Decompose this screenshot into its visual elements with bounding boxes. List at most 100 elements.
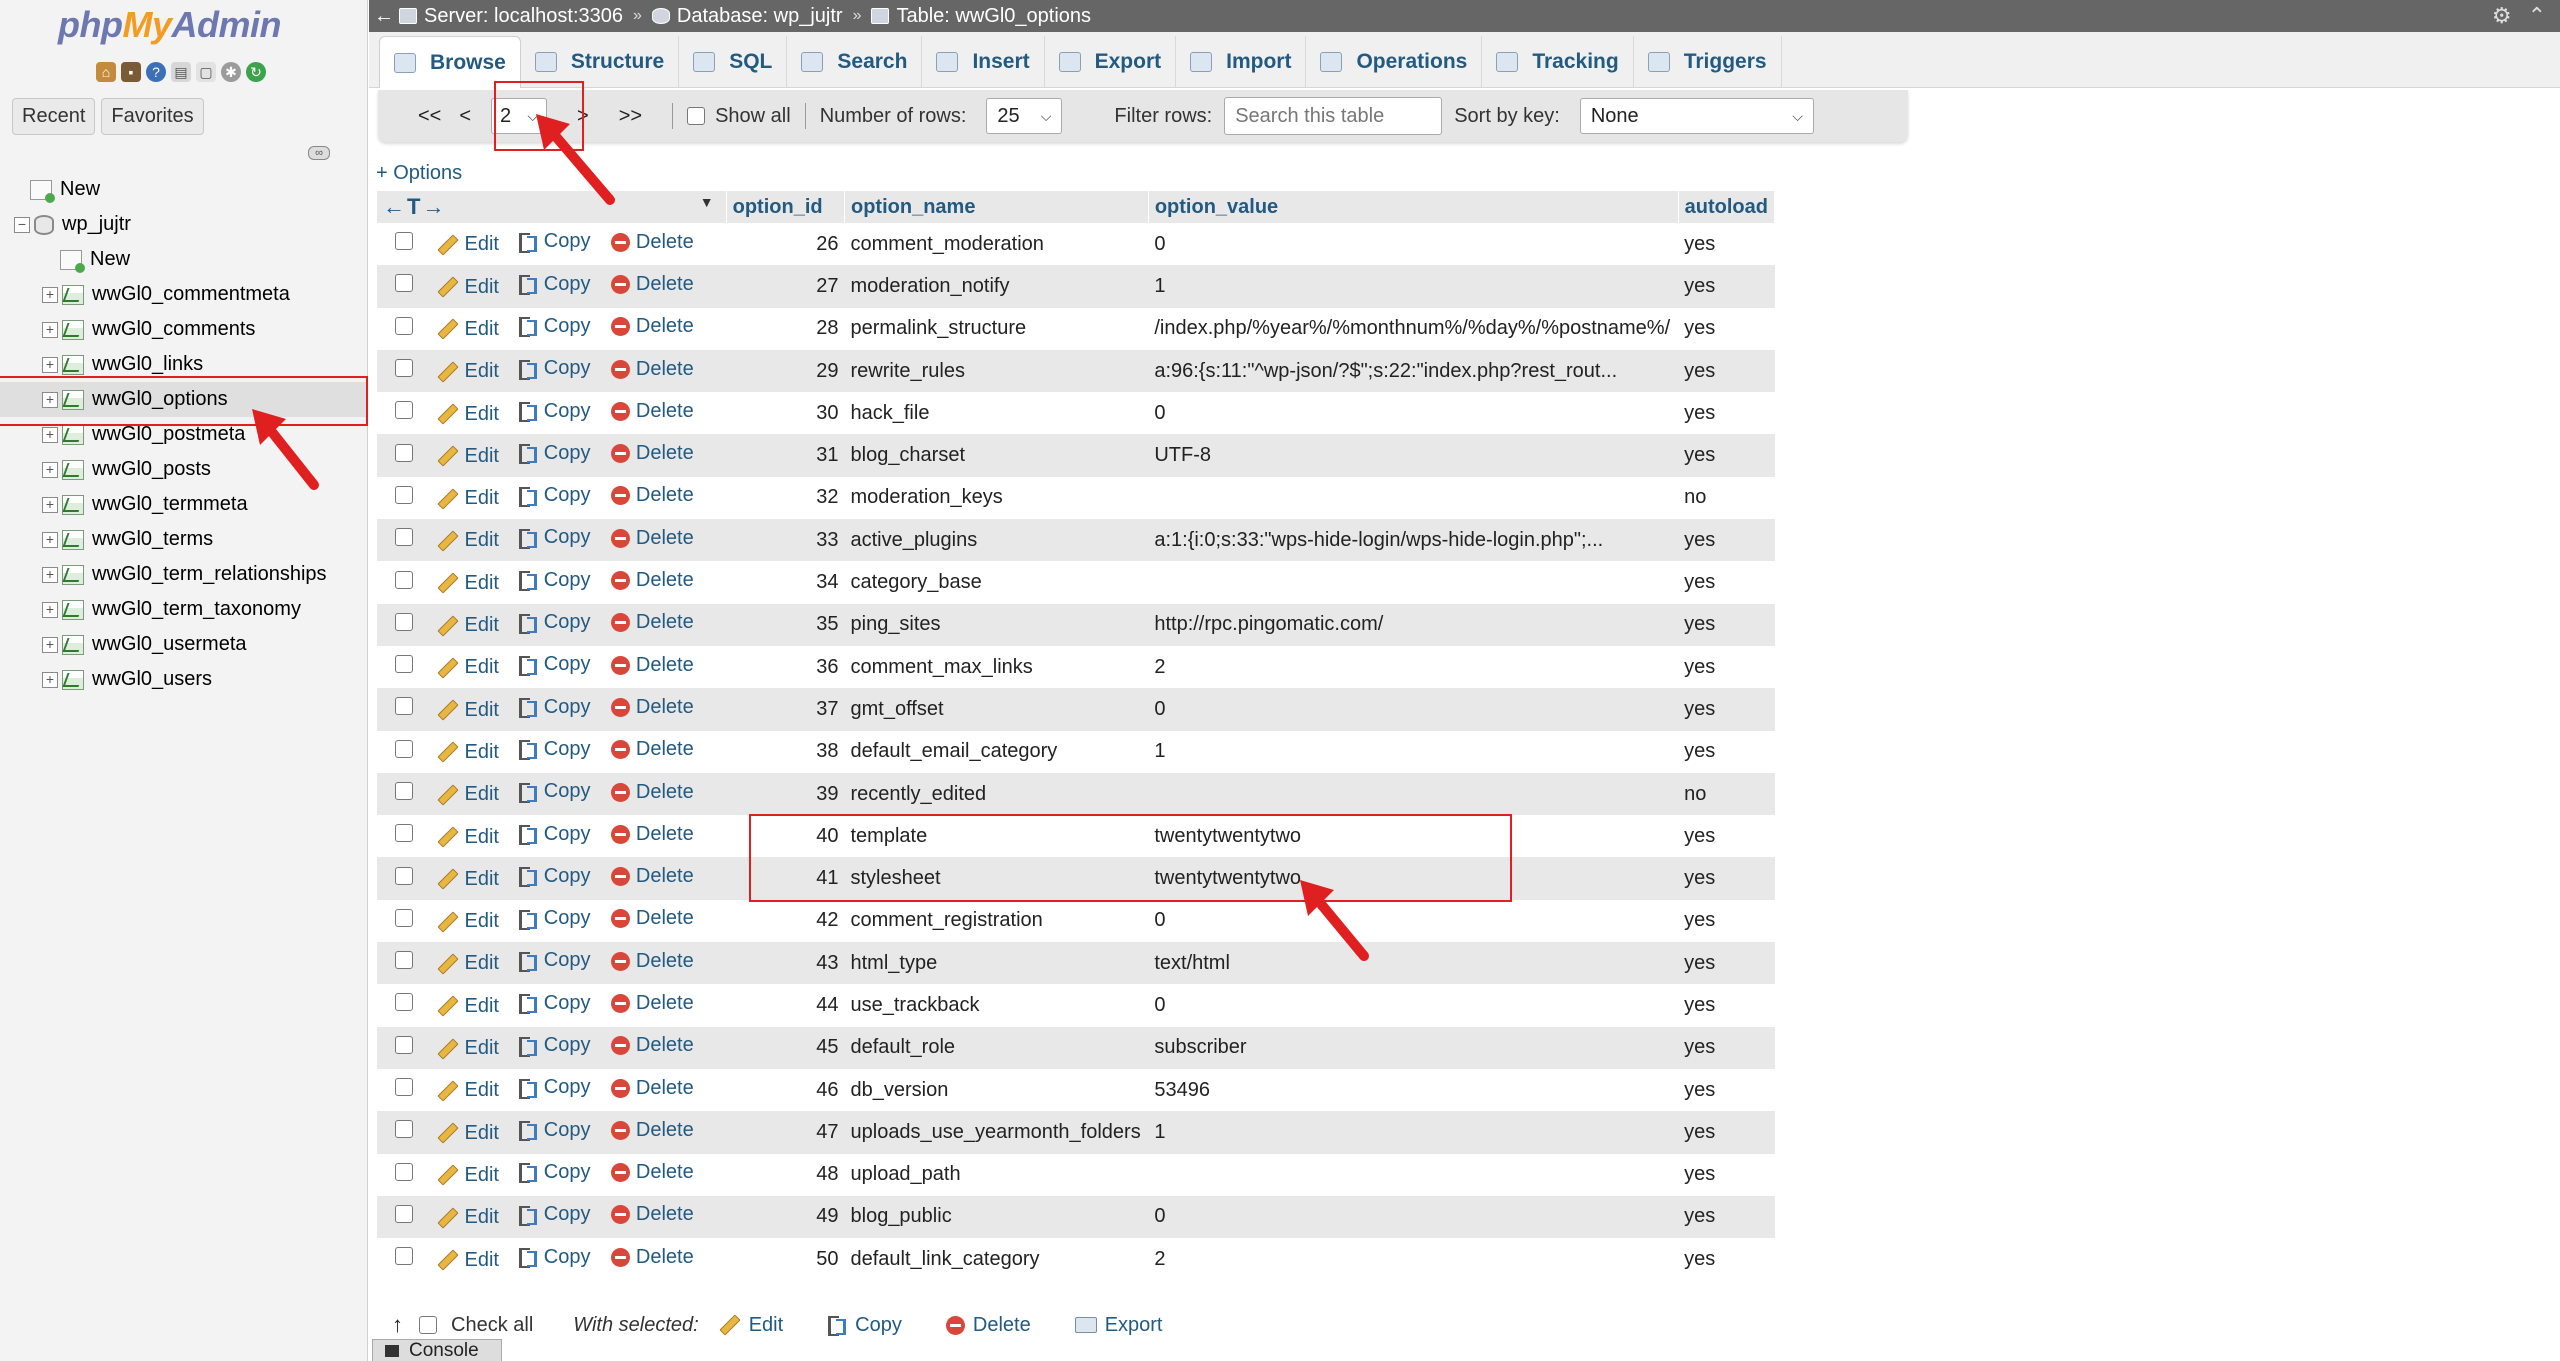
tree-item-label[interactable]: wwGl0_links	[92, 353, 203, 376]
edit-row-button[interactable]: Edit	[436, 1122, 499, 1145]
row-checkbox[interactable]	[394, 908, 413, 927]
settings-icon[interactable]: ✱	[221, 62, 241, 82]
row-checkbox[interactable]	[394, 697, 413, 716]
cell-option-value[interactable]: 53496	[1148, 1068, 1679, 1112]
row-checkbox[interactable]	[394, 359, 413, 378]
tab-export[interactable]: Export	[1045, 36, 1177, 88]
bulk-copy-button[interactable]: Copy	[827, 1314, 902, 1337]
cell-autoload[interactable]: yes	[1678, 1026, 1775, 1069]
tree-item-label[interactable]: wwGl0_terms	[92, 528, 213, 551]
copy-row-button[interactable]: Copy	[518, 696, 591, 719]
edit-row-button[interactable]: Edit	[436, 783, 499, 806]
expand-icon[interactable]: +	[42, 566, 58, 583]
row-checkbox[interactable]	[394, 401, 413, 420]
cell-autoload[interactable]: yes	[1678, 434, 1775, 477]
cell-option-name[interactable]: rewrite_rules	[844, 349, 1149, 393]
sort-triangle-icon[interactable]: ▼	[700, 194, 714, 210]
cell-autoload[interactable]: yes	[1678, 1111, 1775, 1154]
cell-option-value[interactable]: UTF-8	[1148, 434, 1679, 477]
header-option-name[interactable]: option_name	[844, 191, 1149, 223]
cell-option-value[interactable]: 0	[1148, 392, 1679, 435]
row-checkbox[interactable]	[394, 739, 413, 758]
cell-option-id[interactable]: 46	[726, 1068, 845, 1112]
cell-option-id[interactable]: 43	[726, 942, 845, 985]
copy-row-button[interactable]: Copy	[518, 315, 591, 338]
collapse-icon[interactable]: ⌃	[2528, 3, 2546, 29]
tree-item-label[interactable]: wwGl0_postmeta	[92, 423, 245, 446]
row-checkbox[interactable]	[394, 1078, 413, 1097]
edit-row-button[interactable]: Edit	[436, 445, 499, 468]
expand-icon[interactable]: +	[42, 636, 58, 653]
copy-row-button[interactable]: Copy	[518, 865, 591, 888]
filter-rows-input[interactable]: Search this table	[1224, 97, 1443, 135]
cell-option-name[interactable]: use_trackback	[844, 984, 1149, 1027]
header-autoload[interactable]: autoload	[1678, 191, 1776, 223]
cell-option-name[interactable]: active_plugins	[844, 519, 1149, 562]
tree-item-label[interactable]: New	[60, 178, 100, 201]
delete-row-button[interactable]: Delete	[610, 442, 694, 465]
tree-item-label[interactable]: wp_jujtr	[62, 213, 131, 236]
cell-option-name[interactable]: default_link_category	[844, 1238, 1149, 1281]
recent-tab[interactable]: Recent	[12, 98, 96, 135]
expand-icon[interactable]: +	[42, 601, 58, 618]
row-checkbox[interactable]	[394, 612, 413, 631]
cell-autoload[interactable]: yes	[1678, 392, 1775, 435]
cell-option-name[interactable]: comment_max_links	[844, 645, 1149, 689]
cell-option-value[interactable]: 0	[1148, 984, 1679, 1027]
copy-row-button[interactable]: Copy	[518, 992, 591, 1015]
cell-option-name[interactable]: comment_moderation	[844, 223, 1149, 266]
cell-option-id[interactable]: 38	[726, 730, 845, 773]
delete-row-button[interactable]: Delete	[610, 950, 694, 973]
tree-item-label[interactable]: wwGl0_usermeta	[92, 633, 247, 656]
cell-autoload[interactable]: yes	[1678, 519, 1775, 562]
tab-import[interactable]: Import	[1176, 36, 1307, 88]
tree-item[interactable]: + wwGl0_postmeta	[0, 417, 368, 452]
tree-item[interactable]: + wwGl0_users	[0, 662, 368, 697]
cell-autoload[interactable]: yes	[1678, 645, 1775, 689]
collapse-icon[interactable]: −	[14, 216, 30, 233]
copy-row-button[interactable]: Copy	[518, 1203, 591, 1226]
column-resize-arrows-icon[interactable]: ←T→	[383, 194, 446, 219]
cell-option-value[interactable]	[1148, 561, 1679, 604]
cell-option-name[interactable]: ping_sites	[844, 603, 1149, 646]
cell-option-value[interactable]: /index.php/%year%/%monthnum%/%day%/%post…	[1148, 307, 1679, 350]
expand-icon[interactable]: +	[42, 671, 58, 688]
expand-icon[interactable]: +	[42, 461, 58, 478]
tree-item[interactable]: + wwGl0_termmeta	[0, 487, 368, 522]
copy-row-button[interactable]: Copy	[518, 442, 591, 465]
cell-autoload[interactable]: yes	[1678, 688, 1775, 731]
edit-row-button[interactable]: Edit	[436, 233, 499, 256]
delete-row-button[interactable]: Delete	[610, 231, 694, 254]
cell-autoload[interactable]: yes	[1678, 1195, 1775, 1239]
tree-item[interactable]: + wwGl0_links	[0, 347, 368, 382]
row-checkbox[interactable]	[394, 443, 413, 462]
cell-option-value[interactable]: 0	[1148, 1195, 1679, 1239]
cell-option-name[interactable]: permalink_structure	[844, 307, 1149, 350]
edit-row-button[interactable]: Edit	[436, 656, 499, 679]
cell-option-name[interactable]: hack_file	[844, 392, 1149, 435]
copy-row-button[interactable]: Copy	[518, 738, 591, 761]
docs-page-icon[interactable]: ▢	[196, 62, 216, 82]
cell-option-name[interactable]: comment_registration	[844, 899, 1149, 943]
cell-option-id[interactable]: 26	[726, 223, 845, 266]
reload-icon[interactable]: ↻	[246, 62, 266, 82]
rows-per-page-select[interactable]: 25 ⌵	[986, 98, 1063, 134]
cell-option-name[interactable]: default_role	[844, 1026, 1149, 1069]
cell-option-id[interactable]: 41	[726, 857, 845, 900]
check-all-checkbox[interactable]	[419, 1316, 437, 1334]
edit-row-button[interactable]: Edit	[436, 276, 499, 299]
edit-row-button[interactable]: Edit	[436, 318, 499, 341]
expand-icon[interactable]: +	[42, 286, 58, 303]
copy-row-button[interactable]: Copy	[518, 1119, 591, 1142]
expand-icon[interactable]: +	[42, 391, 58, 408]
header-option-value[interactable]: option_value	[1148, 191, 1679, 223]
cell-autoload[interactable]: yes	[1678, 1068, 1775, 1112]
tree-item[interactable]: + wwGl0_term_taxonomy	[0, 592, 368, 627]
cell-option-id[interactable]: 42	[726, 899, 845, 943]
cell-autoload[interactable]: yes	[1678, 899, 1775, 943]
breadcrumb-server[interactable]: Server: localhost:3306	[399, 5, 623, 28]
row-checkbox[interactable]	[394, 528, 413, 547]
edit-row-button[interactable]: Edit	[436, 360, 499, 383]
tree-item-label[interactable]: New	[90, 248, 130, 271]
row-checkbox[interactable]	[394, 824, 413, 843]
